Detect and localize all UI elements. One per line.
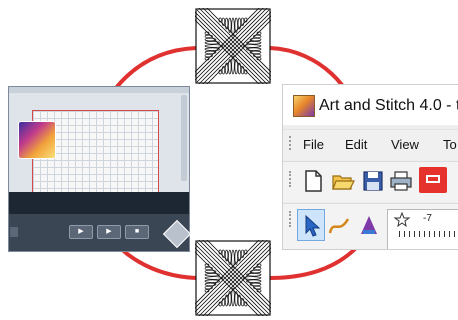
stop-icon: ■ <box>134 228 140 235</box>
play-icon: ▶ <box>78 228 84 235</box>
curve-tool-icon[interactable] <box>327 213 351 237</box>
machine-scrollbar[interactable] <box>181 95 187 181</box>
menu-edit[interactable]: Edit <box>345 137 367 152</box>
machine-status-bar <box>9 192 189 214</box>
menu-file[interactable]: File <box>303 137 324 152</box>
ruler-label: -7 <box>423 213 432 224</box>
send-to-machine-button[interactable] <box>419 167 447 193</box>
play-icon: ▶ <box>106 228 112 235</box>
menu-tools[interactable]: To <box>443 137 457 152</box>
machine-screen: ▶ ▶ ■ <box>8 86 192 252</box>
stop-button[interactable]: ■ <box>125 225 149 239</box>
text-tool-icon[interactable] <box>357 213 381 237</box>
stitch-pattern-top <box>195 8 271 84</box>
print-icon[interactable] <box>389 169 413 193</box>
machine-top-strip <box>9 87 189 93</box>
app-title: Art and Stitch 4.0 - t <box>319 97 458 114</box>
machine-side-button[interactable] <box>10 227 18 237</box>
play-button-2[interactable]: ▶ <box>97 225 121 239</box>
select-arrow-icon <box>305 214 321 237</box>
app-icon <box>293 95 315 117</box>
select-arrow-button[interactable] <box>297 209 325 241</box>
play-button[interactable]: ▶ <box>69 225 93 239</box>
app-logo-icon <box>18 121 56 159</box>
palette-grip-icon[interactable] <box>289 211 294 227</box>
stitch-pattern-bottom <box>195 240 271 316</box>
send-to-machine-icon <box>426 175 440 183</box>
save-icon[interactable] <box>361 169 385 193</box>
toolbar-grip-icon[interactable] <box>289 171 294 187</box>
app-window: Art and Stitch 4.0 - t File Edit View To… <box>282 84 458 250</box>
open-folder-icon[interactable] <box>331 169 355 193</box>
menu-view[interactable]: View <box>391 137 419 152</box>
menu-grip-icon[interactable] <box>289 136 294 150</box>
ruler-ticks <box>399 231 458 237</box>
new-file-icon[interactable] <box>301 169 325 193</box>
